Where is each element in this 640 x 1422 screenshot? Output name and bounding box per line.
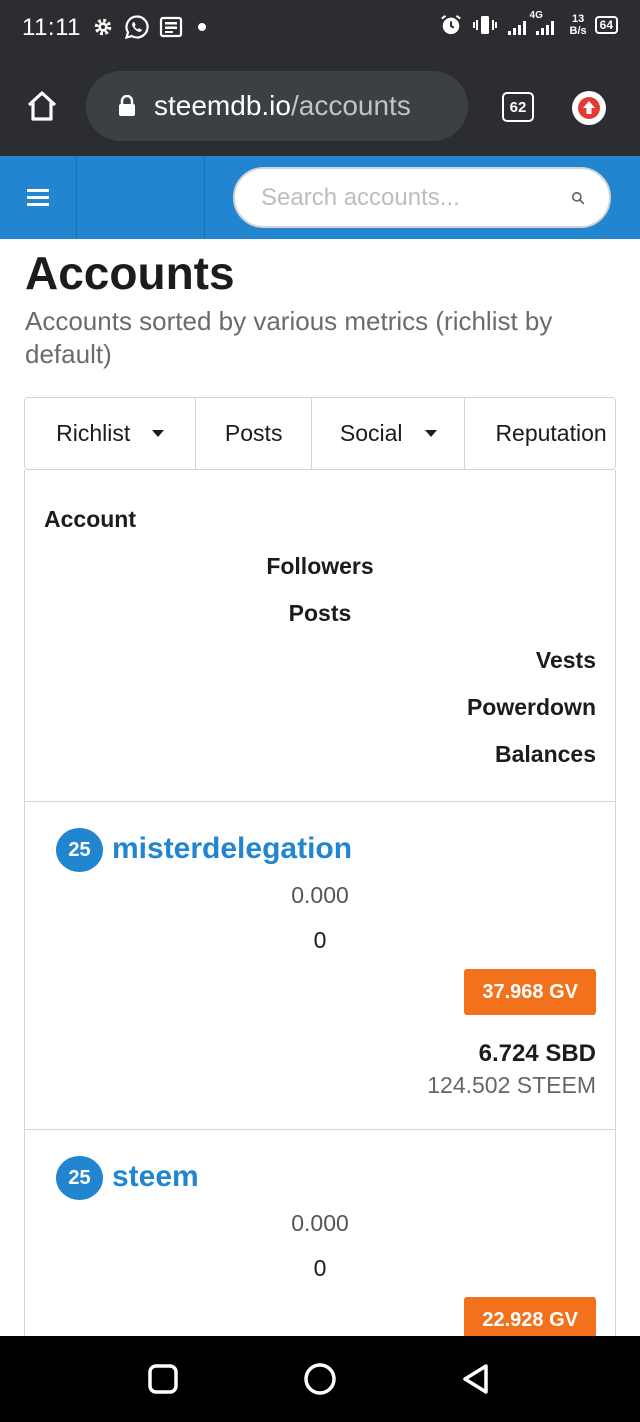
header-account[interactable]: Account [44,506,136,533]
battery-level: 64 [599,18,613,32]
tab-switcher-button[interactable]: 62 [502,92,534,122]
tab-richlist[interactable]: Richlist [25,398,197,469]
battery-icon: 64 [594,16,618,34]
home-nav-button[interactable] [302,1361,338,1397]
lock-icon [119,95,135,116]
reputation-badge: 25 [56,828,103,872]
browser-toolbar: steemdb.io/accounts 62 [0,56,640,156]
steem-balance: 124.502 STEEM [427,1072,596,1098]
account-link[interactable]: steem [112,1160,199,1194]
triangle-back-icon [463,1364,488,1394]
url-domain: steemdb.io [154,90,291,121]
accounts-table: Account Followers Posts Vests Powerdown … [24,470,616,1343]
network-speed-value: 13 [571,13,585,25]
tab-social[interactable]: Social [312,398,466,469]
tab-reputation-label: Reputation [495,420,607,446]
tab-richlist-label: Richlist [56,420,131,446]
vibrate-icon [472,12,498,38]
search-icon[interactable] [571,186,585,210]
table-row: 25 misterdelegation 0.000 0 37.968 GV 6.… [25,802,615,1130]
notification-icons [90,14,206,40]
tab-reputation[interactable]: Reputation [465,398,615,469]
site-header [0,156,640,239]
header-balances[interactable]: Balances [495,741,596,768]
address-bar[interactable]: steemdb.io/accounts [86,71,468,141]
tab-social-label: Social [339,420,403,446]
account-link[interactable]: misterdelegation [112,832,352,866]
tab-posts-label: Posts [224,420,283,446]
hamburger-icon [27,185,49,210]
tab-count: 62 [509,98,527,116]
header-posts[interactable]: Posts [25,600,615,627]
sort-menu: Richlist Posts Social Reputation [24,397,616,470]
status-bar: 11:11 4G 13 B/s 64 [0,0,640,56]
network-speed: 13 B/s [570,13,587,37]
home-icon [27,91,57,121]
clock: 11:11 [22,14,81,41]
alarm-icon [438,12,464,38]
news-icon [158,14,184,40]
whatsapp-icon [124,14,150,40]
menu-button[interactable] [0,156,77,239]
posts-value: 0 [313,1255,327,1281]
arrow-up-icon [578,97,600,119]
header-vests[interactable]: Vests [536,647,596,674]
search-box [233,167,611,228]
dropdown-caret-icon [424,430,437,437]
system-icons: 4G 13 B/s 64 [438,10,618,38]
page-title: Accounts [25,247,235,299]
more-notifications-dot [198,23,206,31]
sbd-balance: 6.724 SBD [478,1040,596,1067]
followers-value: 0.000 [291,1210,349,1236]
vests-label: 37.968 GV [464,969,596,1015]
page-subtitle: Accounts sorted by various metrics (rich… [25,306,553,369]
reputation-badge: 25 [56,1156,103,1200]
url-path: /accounts [290,90,411,121]
network-type-label: 4G [529,10,543,21]
dropdown-caret-icon [152,430,165,437]
signal-icon: 4G [506,10,562,38]
circle-icon [304,1363,336,1395]
recents-button[interactable] [145,1361,181,1397]
update-button[interactable] [572,91,606,125]
tab-posts[interactable]: Posts [196,398,312,469]
followers-value: 0.000 [291,882,349,908]
system-nav-bar [0,1336,640,1422]
table-row: 25 steem 0.000 0 22.928 GV [25,1130,615,1343]
table-header: Account Followers Posts Vests Powerdown … [25,470,615,802]
square-icon [148,1364,178,1394]
search-input[interactable] [261,183,571,212]
header-divider [204,156,205,239]
back-button[interactable] [458,1361,494,1397]
header-powerdown[interactable]: Powerdown [467,694,596,721]
header-followers[interactable]: Followers [25,553,615,580]
network-speed-unit: B/s [569,25,587,37]
posts-value: 0 [313,927,327,953]
gear-icon [90,14,116,40]
home-button[interactable] [24,88,60,124]
